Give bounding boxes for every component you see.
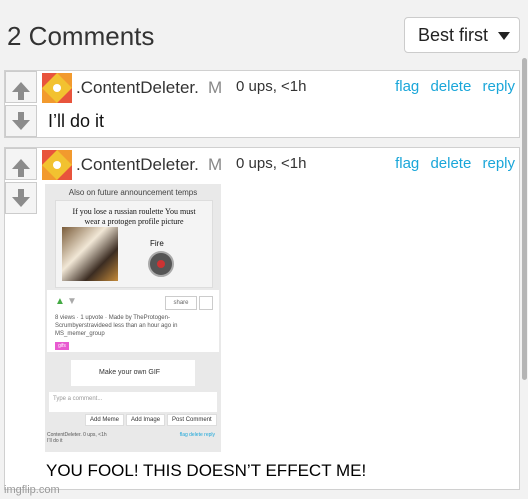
arrow-up-icon (12, 159, 30, 177)
comment-text: I’ll do it (48, 111, 105, 131)
comment-item: .ContentDeleter. M 0 ups, <1h flag delet… (4, 70, 520, 138)
scrollbar[interactable] (522, 58, 527, 380)
upvote-button[interactable] (5, 148, 37, 180)
arrow-down-icon (12, 112, 30, 130)
embed-fire-label: Fire (150, 239, 164, 248)
embed-make-gif-label: Make your own GIF (99, 369, 161, 376)
embed-mini-links: flag delete reply (179, 432, 215, 438)
embed-meme-image: If you lose a russian roulette You must … (55, 200, 213, 288)
avatar[interactable] (42, 73, 72, 103)
embed-add-meme: Add Meme (85, 414, 125, 426)
upvote-button[interactable] (5, 71, 37, 103)
vote-controls (5, 148, 39, 216)
flag-link[interactable]: flag (395, 78, 419, 95)
embed-share-button: share (165, 296, 197, 310)
downvote-button[interactable] (5, 182, 37, 214)
comment-meta: 0 ups, <1h (236, 155, 307, 172)
embed-stream-title: Also on future announcement temps (68, 188, 198, 197)
comment-text: YOU FOOL! THIS DOESN’T EFFECT ME! (46, 461, 367, 480)
embed-mini-comment: ContentDeleter. 0 ups, <1h flag delete r… (47, 432, 219, 444)
mod-badge: M (208, 78, 223, 97)
revolver-icon (148, 251, 174, 277)
chevron-down-icon (498, 32, 510, 40)
embed-flag-icon (199, 296, 213, 310)
vote-controls (5, 71, 39, 139)
arrow-down-icon (12, 189, 30, 207)
sort-label: Best first (418, 25, 489, 45)
comment-item: .ContentDeleter. M 0 ups, <1h flag delet… (4, 147, 520, 490)
embed-comment-box: Type a comment... (49, 392, 217, 412)
embed-stats: 8 views · 1 upvote · Made by TheProtogen… (55, 315, 178, 337)
comment-actions: flag delete reply (388, 78, 515, 95)
comments-header: 2 Comments Best first (0, 0, 528, 70)
embed-mini-text: I’ll do it (47, 438, 63, 444)
embed-art-image (62, 227, 118, 281)
watermark: imgflip.com (4, 484, 60, 496)
comments-count-title: 2 Comments (7, 21, 155, 51)
embed-post-comment: Post Comment (167, 414, 217, 426)
embed-downvote-icon: ▼ (67, 296, 77, 307)
delete-link[interactable]: delete (430, 78, 471, 95)
comment-username[interactable]: .ContentDeleter. (76, 78, 199, 98)
embed-meme-caption: If you lose a russian roulette You must … (72, 207, 196, 226)
embed-post-card: ▲ ▼ share 8 views · 1 upvote · Made by T… (47, 290, 219, 352)
embed-tag: gifs (55, 342, 69, 350)
comment-actions: flag delete reply (388, 155, 515, 172)
mod-badge: M (208, 155, 223, 174)
avatar[interactable] (42, 150, 72, 180)
arrow-up-icon (12, 82, 30, 100)
downvote-button[interactable] (5, 105, 37, 137)
comment-meta: 0 ups, <1h (236, 78, 307, 95)
embed-mini-meta: 0 ups, <1h (83, 432, 107, 438)
delete-link[interactable]: delete (430, 155, 471, 172)
sort-select[interactable]: Best first (404, 17, 520, 53)
flag-link[interactable]: flag (395, 155, 419, 172)
embed-make-gif: Make your own GIF (71, 360, 195, 386)
reply-link[interactable]: reply (482, 78, 515, 95)
embed-add-image: Add Image (126, 414, 166, 426)
embed-upvote-icon: ▲ (55, 296, 65, 307)
reply-link[interactable]: reply (482, 155, 515, 172)
embed-buttons: Add Meme Add Image Post Comment (85, 414, 219, 426)
embedded-screenshot[interactable]: Also on future announcement temps If you… (45, 184, 221, 452)
comment-username[interactable]: .ContentDeleter. (76, 155, 199, 175)
